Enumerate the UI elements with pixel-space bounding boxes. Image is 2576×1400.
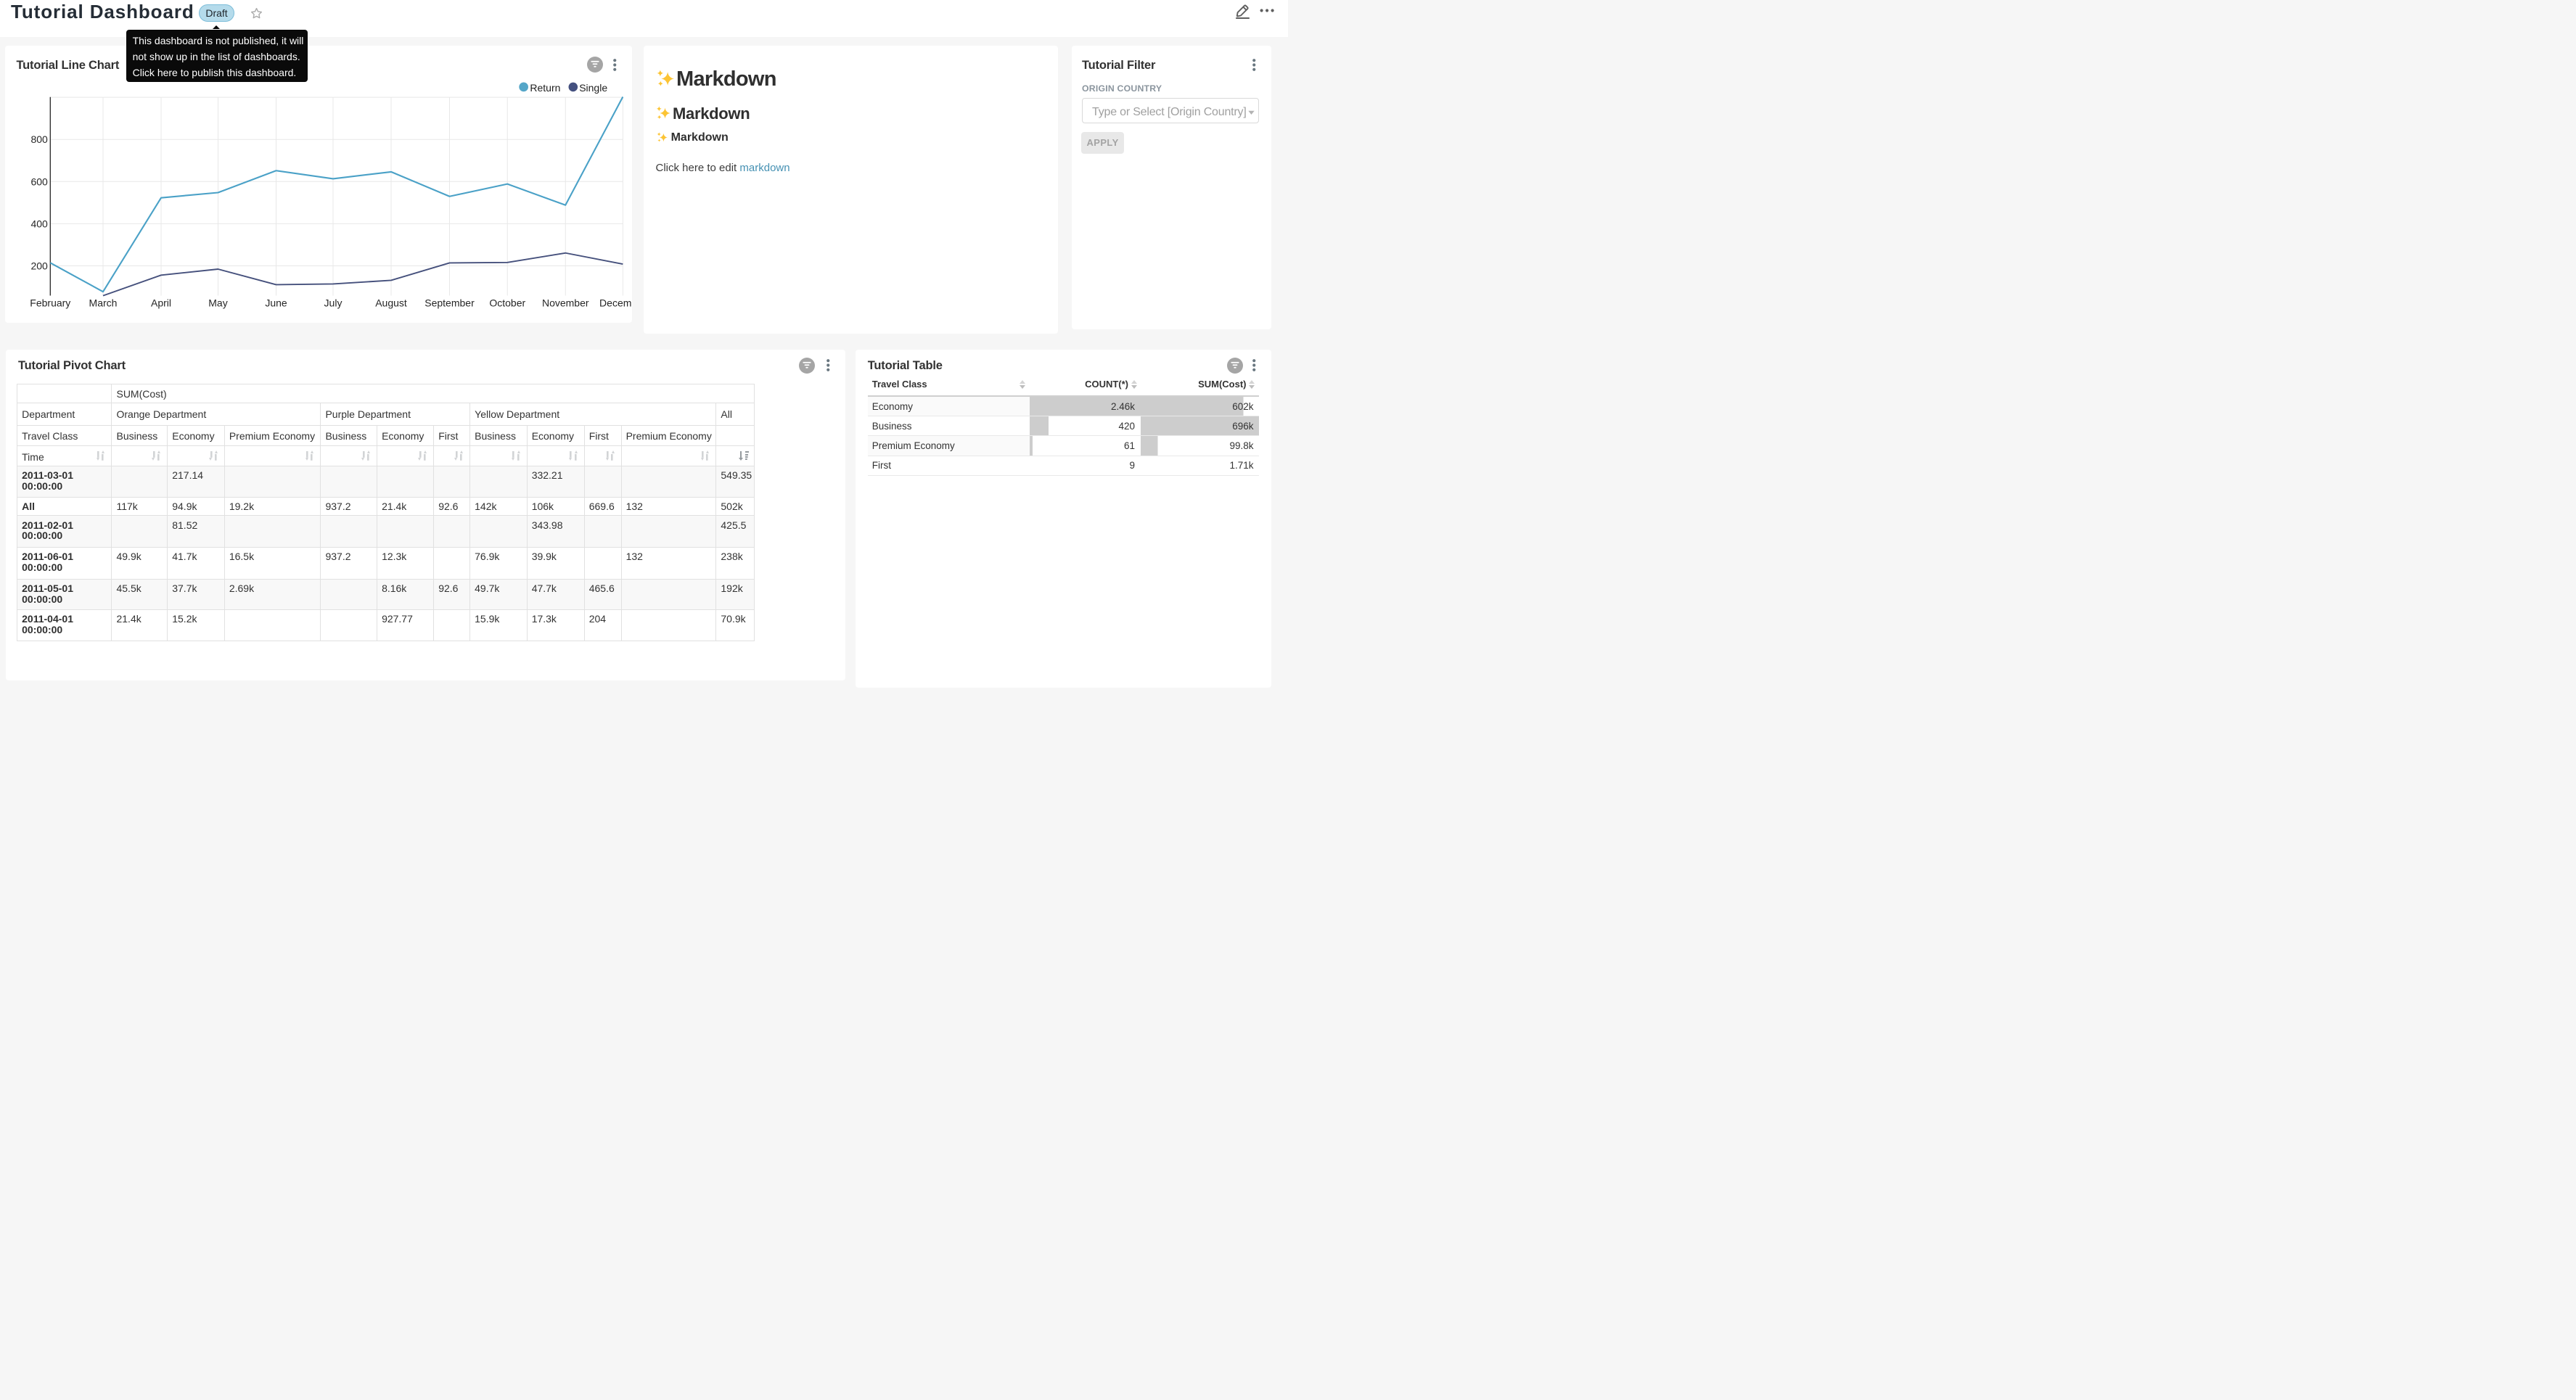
svg-text:600: 600 — [30, 176, 48, 187]
svg-text:March: March — [89, 297, 118, 309]
svg-text:400: 400 — [30, 218, 48, 229]
svg-text:August: August — [375, 297, 407, 309]
svg-text:April: April — [151, 297, 171, 309]
svg-text:September: September — [424, 297, 475, 309]
svg-text:800: 800 — [30, 133, 48, 145]
svg-text:October: October — [489, 297, 525, 309]
svg-text:November: November — [542, 297, 589, 309]
svg-text:July: July — [324, 297, 342, 309]
svg-text:December: December — [599, 297, 631, 309]
svg-text:Return: Return — [530, 82, 560, 94]
svg-text:February: February — [30, 297, 70, 309]
svg-text:June: June — [265, 297, 287, 309]
svg-text:200: 200 — [30, 260, 48, 272]
svg-text:Single: Single — [579, 82, 607, 94]
svg-text:May: May — [208, 297, 227, 309]
